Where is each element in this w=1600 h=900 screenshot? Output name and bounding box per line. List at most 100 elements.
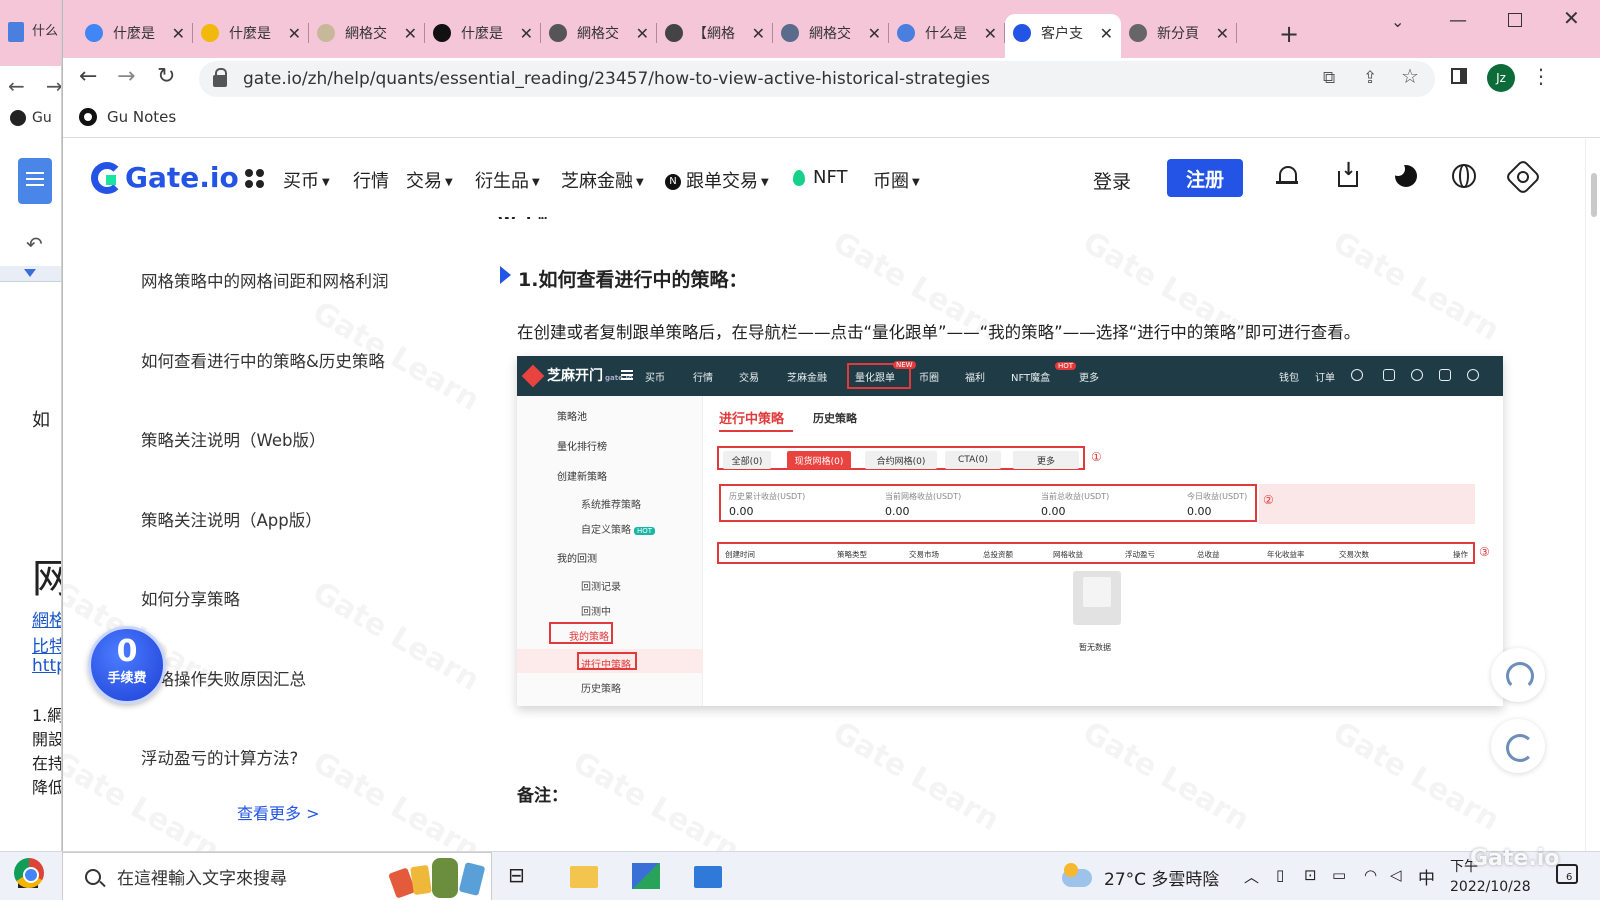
back-icon[interactable]: ← [79,64,97,89]
address-bar[interactable]: gate.io/zh/help/quants/essential_reading… [199,61,1435,97]
nav-community[interactable]: 币圈 ▼ [873,167,920,193]
zero-fee-badge[interactable]: 0 手续费 [88,626,166,704]
close-window-icon[interactable]: ✕ [1563,6,1580,30]
embed-side-item: 创建新策略 [557,472,607,483]
profile-avatar[interactable]: Jz [1487,64,1515,92]
globe-icon[interactable] [1451,163,1477,189]
forward-icon[interactable]: → [117,64,135,89]
nav-markets[interactable]: 行情 [353,167,389,193]
browser-tab[interactable]: 網格交 ✕ [309,14,425,52]
nav-buy-crypto[interactable]: 买币 ▼ [283,167,330,193]
docs-icon [8,21,24,42]
tab-close-icon[interactable]: ✕ [752,24,765,43]
tab-close-icon[interactable]: ✕ [636,24,649,43]
wifi-icon[interactable]: ◠ [1364,866,1377,884]
mail-icon[interactable] [694,866,722,888]
tray-chevron-icon[interactable]: ︿ [1244,866,1259,887]
gate-logo[interactable]: Gate.io [91,161,239,194]
task-view-icon[interactable]: ⊟ [508,863,536,889]
sidebar-item-follow-app[interactable]: 策略关注说明（App版） [141,507,322,531]
new-tab-icon[interactable]: + [1279,20,1299,48]
nav-copy-trading[interactable]: N 跟单交易 ▼ [665,167,769,193]
nav-trade[interactable]: 交易 ▼ [406,167,453,193]
tab-close-icon[interactable]: ✕ [984,24,997,43]
lock-icon[interactable] [213,68,227,87]
apps-grid-icon[interactable] [245,169,265,189]
empty-state-text: 暂无数据 [1079,643,1111,652]
menu-kebab-icon[interactable]: ⋮ [1531,64,1551,88]
sidebar-item-failure-reasons[interactable]: 策略操作失败原因汇总 [141,666,306,690]
sidebar-item-floating-pnl[interactable]: 浮动盈亏的计算方法? [141,745,298,769]
doc-link[interactable]: http [32,656,61,676]
stat-value: 0.00 [1041,505,1066,518]
bookmark-gu-notes[interactable]: Gu Notes [79,108,176,126]
embedded-navbar: 芝麻开门 gate.io 买币 行情 交易 芝麻金融 量化跟单 NEW 币圈 福利… [517,356,1503,396]
forward-arrow-icon[interactable]: → [46,74,61,98]
doc-link[interactable]: 比特 [32,632,61,657]
tab-separator [1236,23,1237,43]
browser-tab[interactable]: 網格交 ✕ [773,14,889,52]
share-icon[interactable]: ⇪ [1363,68,1377,88]
tray-app-icon[interactable]: ▯ [1276,866,1284,884]
nav-finance[interactable]: 芝麻金融 ▼ [561,167,644,193]
login-link[interactable]: 登录 [1093,167,1131,194]
tab-close-icon[interactable]: ✕ [868,24,881,43]
browser-tab[interactable]: 新分頁 ✕ [1121,14,1237,52]
download-icon[interactable] [1335,159,1361,189]
embed-side-subitem: 历史策略 [581,684,621,695]
dark-mode-icon[interactable] [1391,162,1419,189]
doc-link[interactable]: 網格 [32,606,61,631]
bell-icon[interactable] [1275,163,1301,189]
tab-close-icon[interactable]: ✕ [1100,24,1113,43]
caret-down-icon: ▼ [912,176,920,188]
register-button[interactable]: 注册 [1167,159,1243,197]
tray-monitor-icon[interactable]: ⊡ [1304,866,1317,884]
reload-icon[interactable]: ↻ [157,64,175,89]
side-panel-icon[interactable] [1451,68,1467,84]
browser-tab[interactable]: 什麼是 ✕ [193,14,309,52]
background-tab[interactable]: 什么 [8,20,58,42]
browser-tab[interactable]: 什么是 ✕ [889,14,1005,52]
table-header: 交易市场 [909,550,939,559]
weather-widget[interactable]: 27°C 多雲時陰 [1062,862,1219,890]
file-explorer-icon[interactable] [570,866,598,888]
hamburger-icon [621,370,633,372]
nav-nft[interactable]: NFT [793,167,848,188]
refresh-float-button[interactable] [1491,719,1545,773]
bookmark-star-icon[interactable]: ☆ [1401,64,1419,88]
translate-icon[interactable]: ⧉ [1323,68,1335,88]
store-icon[interactable] [632,863,660,889]
tab-close-icon[interactable]: ✕ [404,24,417,43]
doc-text-line: 開設 [32,730,62,749]
docs-logo-icon[interactable] [18,158,52,204]
view-more-link[interactable]: 查看更多 > [237,800,320,824]
minimize-icon[interactable]: — [1449,10,1467,31]
sidebar-item-view-strategies[interactable]: 如何查看进行中的策略&历史策略 [141,348,385,372]
back-arrow-icon[interactable]: ← [8,74,25,98]
browser-tab[interactable]: 【網格 ✕ [657,14,773,52]
sidebar-item-grid-spacing[interactable]: 网格策略中的网格间距和网格利润 [141,268,389,292]
battery-icon[interactable]: ▭ [1332,866,1346,884]
tab-search-icon[interactable]: ⌄ [1391,12,1404,31]
background-bookmark[interactable]: Gu [0,110,61,136]
maximize-icon[interactable] [1508,13,1522,27]
volume-icon[interactable]: ◁ [1390,866,1402,884]
nav-derivatives[interactable]: 衍生品 ▼ [475,167,540,193]
settings-icon[interactable] [1509,163,1535,189]
search-highlight-illustration[interactable] [388,856,488,900]
stat-value: 0.00 [729,505,754,518]
tab-close-icon[interactable]: ✕ [288,24,301,43]
undo-icon[interactable]: ↶ [26,232,43,256]
browser-tab[interactable]: 什麼是 ✕ [77,14,193,52]
ime-indicator[interactable]: 中 [1418,864,1435,889]
tab-close-icon[interactable]: ✕ [1216,24,1229,43]
browser-tab[interactable]: 網格交 ✕ [541,14,657,52]
sidebar-item-follow-web[interactable]: 策略关注说明（Web版） [141,427,325,451]
sidebar-item-share[interactable]: 如何分享策略 [141,586,240,610]
scrollbar-thumb[interactable] [1591,173,1597,217]
page-scrollbar[interactable] [1585,139,1600,851]
support-headset-button[interactable] [1491,648,1545,702]
tab-close-icon[interactable]: ✕ [520,24,533,43]
browser-tab[interactable]: 什麼是 ✕ [425,14,541,52]
tab-close-icon[interactable]: ✕ [172,24,185,43]
